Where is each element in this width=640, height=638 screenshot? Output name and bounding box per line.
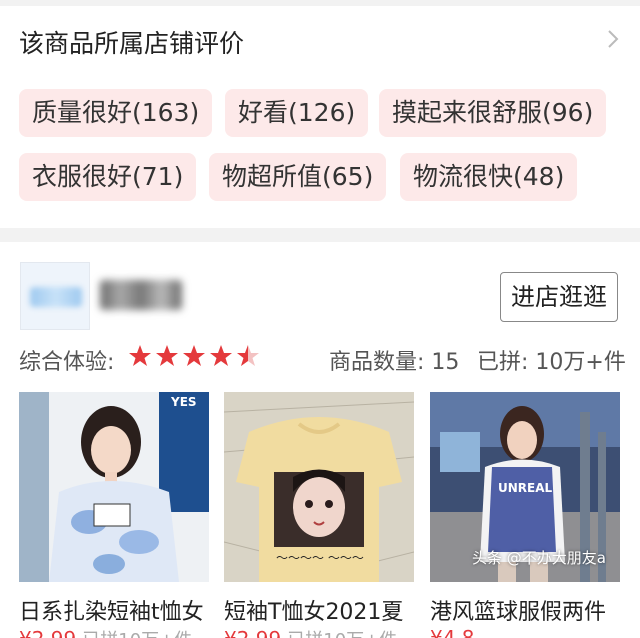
review-section-title: 该商品所属店铺评价	[19, 29, 245, 58]
store-name-blurred[interactable]	[100, 280, 182, 310]
product-card[interactable]: 〜〜〜〜 〜〜〜 短袖T恤女2021夏 ¥2.99 已拼10万+件	[224, 392, 414, 638]
svg-text:〜〜〜〜 〜〜〜: 〜〜〜〜 〜〜〜	[276, 551, 364, 565]
price-value: ¥4.8	[430, 626, 475, 638]
store-review-section: 该商品所属店铺评价 质量很好(163) 好看(126) 摸起来很舒服(96) 衣…	[0, 6, 640, 228]
review-tag[interactable]: 衣服很好(71)	[19, 153, 197, 201]
visit-store-button[interactable]: 进店逛逛	[500, 272, 618, 322]
product-image[interactable]: YES	[19, 392, 209, 582]
star-icon	[210, 345, 232, 366]
product-price: ¥2.99 已拼10万+件	[224, 626, 397, 638]
product-title: 短袖T恤女2021夏	[224, 600, 404, 625]
sold-count: 已拼: 10万+件	[477, 350, 626, 375]
product-card[interactable]: YES 日系扎染短袖t恤女 ¥2.99 已拼10万+件	[19, 392, 209, 638]
review-tag[interactable]: 物超所值(65)	[209, 153, 387, 201]
product-image[interactable]: UNREAL 头条 @不办大朋友a	[430, 392, 620, 582]
half-star-icon	[237, 345, 259, 366]
product-image[interactable]: 〜〜〜〜 〜〜〜	[224, 392, 414, 582]
review-tag[interactable]: 摸起来很舒服(96)	[379, 89, 607, 137]
store-card: 进店逛逛 综合体验: 商品数量: 15 已拼: 10万+件 YES 日系扎染短袖…	[0, 242, 640, 638]
rating-stars	[128, 344, 260, 370]
svg-text:YES: YES	[170, 395, 197, 409]
watermark-text: 头条 @不办大朋友a	[472, 549, 606, 567]
product-title: 港风篮球服假两件	[430, 600, 607, 625]
product-count: 商品数量: 15	[329, 350, 460, 375]
review-tag[interactable]: 质量很好(163)	[19, 89, 213, 137]
star-icon	[183, 345, 205, 366]
store-logo[interactable]	[20, 262, 90, 330]
product-price: ¥2.99 已拼10万+件	[19, 626, 192, 638]
product-sold: 已拼10万+件	[82, 630, 192, 638]
price-value: ¥2.99	[224, 627, 281, 638]
price-value: ¥2.99	[19, 627, 76, 638]
product-title: 日系扎染短袖t恤女	[19, 600, 204, 625]
product-card[interactable]: UNREAL 头条 @不办大朋友a 港风篮球服假两件 ¥4.8	[430, 392, 620, 638]
review-tag[interactable]: 好看(126)	[225, 89, 369, 137]
review-tag[interactable]: 物流很快(48)	[400, 153, 578, 201]
product-sold: 已拼10万+件	[287, 630, 397, 638]
star-icon	[129, 345, 151, 366]
svg-text:UNREAL: UNREAL	[498, 481, 553, 495]
product-price: ¥4.8	[430, 626, 481, 638]
chevron-right-icon[interactable]	[606, 28, 620, 50]
star-icon	[156, 345, 178, 366]
rating-label: 综合体验:	[19, 350, 115, 375]
